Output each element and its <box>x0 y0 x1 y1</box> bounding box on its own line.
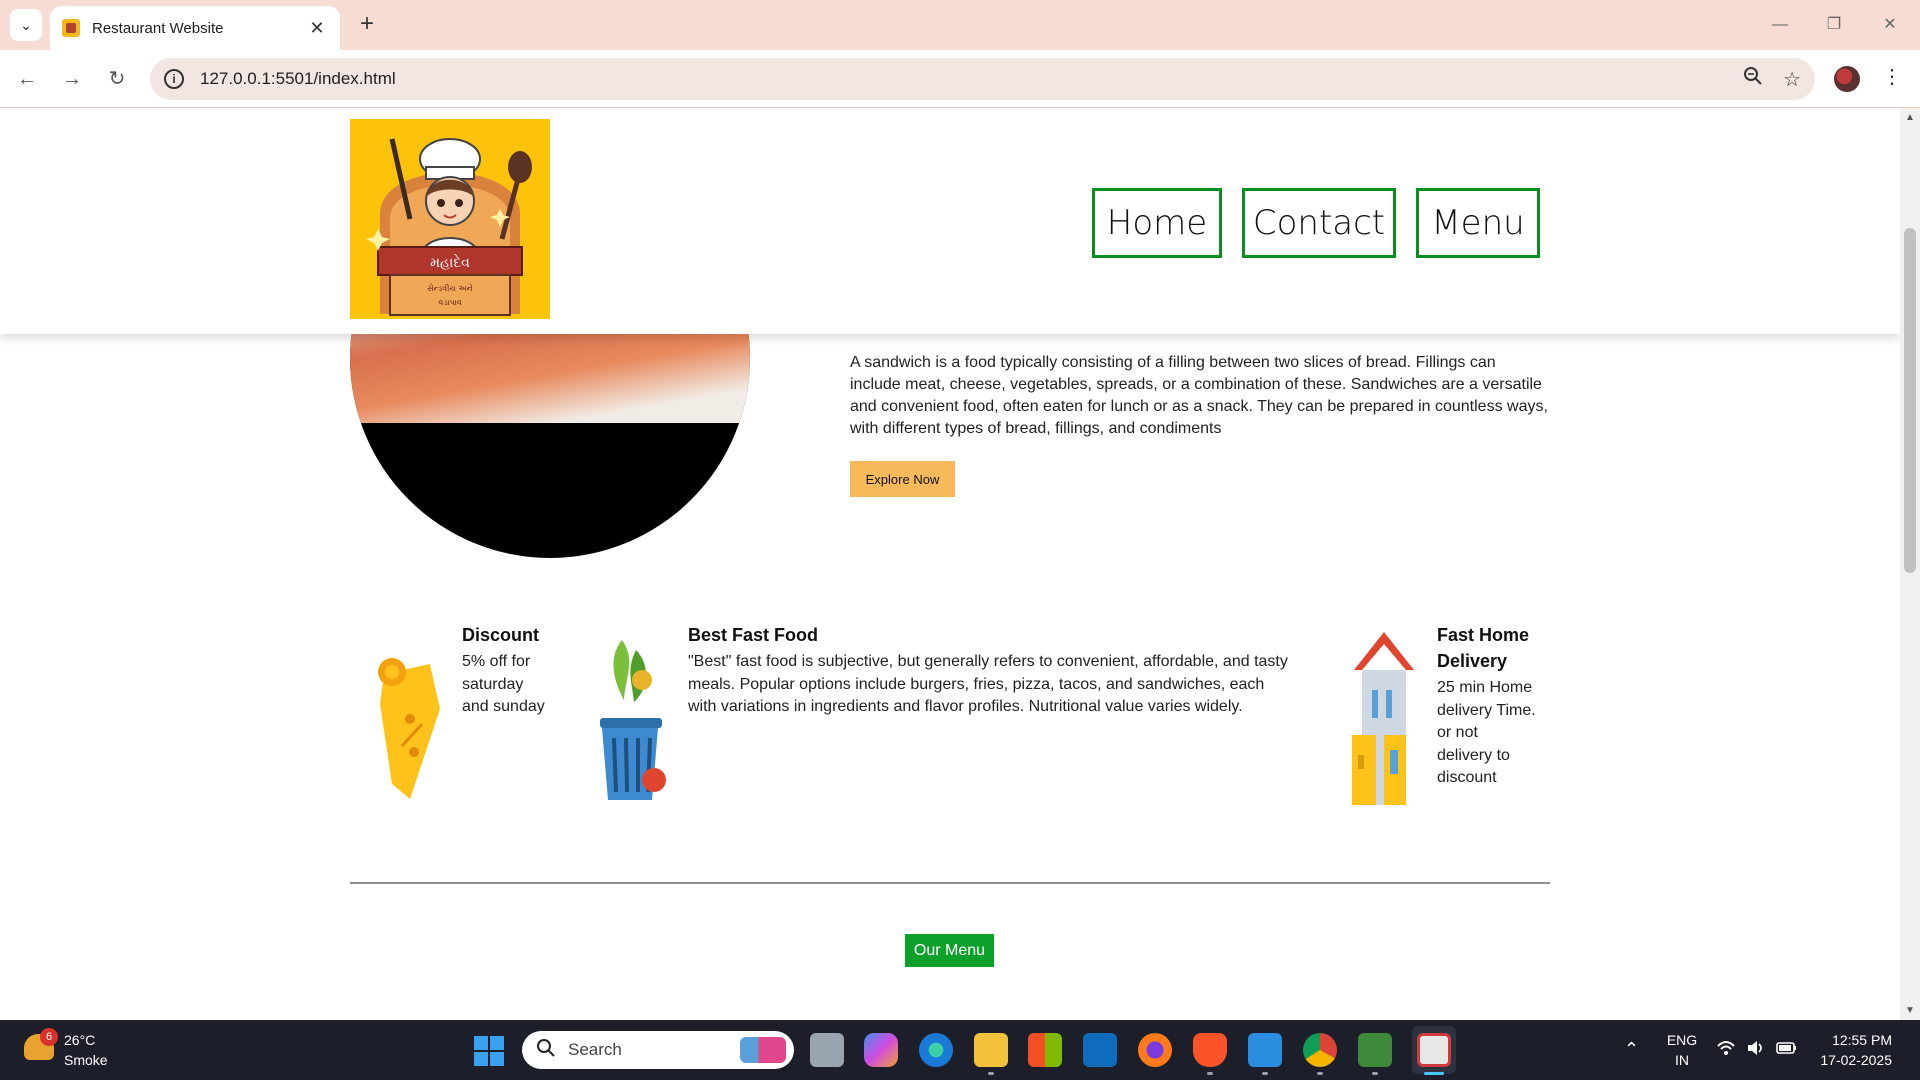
address-bar[interactable]: i 127.0.0.1:5501/index.html ☆ <box>150 58 1815 100</box>
task-view-icon[interactable] <box>810 1033 844 1067</box>
copilot-icon[interactable] <box>864 1033 898 1067</box>
profile-avatar[interactable] <box>1834 66 1860 92</box>
snipping-tool-icon[interactable] <box>1417 1033 1451 1067</box>
weather-temperature: 26°C <box>64 1032 96 1048</box>
window-close-icon[interactable]: ✕ <box>1870 10 1910 40</box>
page-viewport: A sandwich is a food typically consistin… <box>0 108 1900 1020</box>
logo-text-sub1: સેન્ડવીચ અને <box>427 283 473 293</box>
brave-browser-icon[interactable] <box>1193 1033 1227 1067</box>
close-tab-icon[interactable]: ✕ <box>306 18 328 39</box>
windows-taskbar: 6 26°C Smoke Search ⌃ ENG IN 12:55 PM 17… <box>0 1020 1920 1080</box>
feature-title: Discount <box>462 625 540 645</box>
feature-text: 25 min Home delivery Time. or not delive… <box>1437 679 1536 786</box>
running-indicator <box>1262 1072 1268 1075</box>
running-indicator <box>1372 1072 1378 1075</box>
reload-icon[interactable]: ↻ <box>102 64 132 94</box>
weather-notification-badge: 6 <box>40 1028 58 1046</box>
favicon-icon <box>62 19 80 37</box>
tab-title: Restaurant Website <box>92 19 224 37</box>
restaurant-logo[interactable]: મહાદેવ સેન્ડવીચ અને વડાપાવ <box>350 119 550 319</box>
grocery-basket-icon <box>600 640 666 800</box>
browser-menu-icon[interactable]: ⋮ <box>1882 64 1902 89</box>
active-indicator <box>1424 1072 1444 1075</box>
section-divider <box>350 882 1550 884</box>
nav-menu[interactable]: Menu <box>1416 188 1540 258</box>
language-indicator-line1[interactable]: ENG <box>1664 1032 1700 1048</box>
firefox-icon[interactable] <box>1138 1033 1172 1067</box>
edge-browser-icon[interactable] <box>919 1033 953 1067</box>
tab-search-chevron-icon[interactable]: ⌄ <box>10 9 42 41</box>
vscode-icon[interactable] <box>1248 1033 1282 1067</box>
outlook-icon[interactable] <box>1083 1033 1117 1067</box>
site-navigation: Home Contact Menu <box>1092 188 1540 258</box>
browser-tab-strip: ⌄ Restaurant Website ✕ + — ❐ ✕ <box>0 0 1920 50</box>
file-explorer-icon[interactable] <box>974 1033 1008 1067</box>
house-icon <box>1352 632 1414 805</box>
search-highlight-icon <box>740 1037 786 1063</box>
clock-date[interactable]: 17-02-2025 <box>1812 1052 1892 1068</box>
running-indicator <box>1207 1072 1213 1075</box>
zoom-icon[interactable] <box>1743 66 1763 92</box>
browser-toolbar: ← → ↻ i 127.0.0.1:5501/index.html ☆ ⋮ <box>0 50 1920 108</box>
clock-time[interactable]: 12:55 PM <box>1812 1032 1892 1048</box>
site-header: મહાદેવ સેન્ડવીચ અને વડાપાવ Home Contact … <box>0 108 1900 334</box>
url-text[interactable]: 127.0.0.1:5501/index.html <box>200 69 1723 89</box>
logo-text-main: મહાદેવ <box>430 253 470 271</box>
tray-expand-chevron-icon[interactable]: ⌃ <box>1624 1039 1639 1060</box>
feature-title: Best Fast Food <box>688 625 819 645</box>
nav-home[interactable]: Home <box>1092 188 1222 258</box>
running-indicator <box>988 1072 994 1075</box>
discount-tag-icon <box>378 658 440 799</box>
running-indicator <box>1317 1072 1323 1075</box>
new-tab-plus-icon[interactable]: + <box>352 10 382 40</box>
feature-text: "Best" fast food is subjective, but gene… <box>688 653 1288 715</box>
weather-condition: Smoke <box>64 1052 108 1068</box>
image-viewer-icon[interactable] <box>1358 1033 1392 1067</box>
battery-icon[interactable] <box>1776 1039 1798 1060</box>
browser-tab[interactable]: Restaurant Website ✕ <box>50 6 340 50</box>
scroll-down-arrow-icon[interactable]: ▼ <box>1900 1005 1920 1016</box>
our-menu-button[interactable]: Our Menu <box>905 934 994 967</box>
page-scrollbar[interactable]: ▲ ▼ <box>1900 108 1920 1020</box>
forward-arrow-icon[interactable]: → <box>57 64 87 94</box>
minimize-icon[interactable]: — <box>1760 10 1800 40</box>
wifi-icon[interactable] <box>1716 1039 1736 1062</box>
windows-start-icon[interactable] <box>474 1036 504 1066</box>
feature-text: 5% off for saturday and sunday <box>462 653 545 715</box>
back-arrow-icon[interactable]: ← <box>12 64 42 94</box>
explore-now-button[interactable]: Explore Now <box>850 461 955 497</box>
scroll-up-arrow-icon[interactable]: ▲ <box>1900 112 1920 123</box>
nav-contact[interactable]: Contact <box>1242 188 1396 258</box>
feature-title: Fast Home Delivery <box>1437 625 1530 671</box>
restore-icon[interactable]: ❐ <box>1814 10 1854 40</box>
hero-description: A sandwich is a food typically consistin… <box>850 354 1548 437</box>
search-label: Search <box>568 1040 622 1059</box>
scrollbar-thumb[interactable] <box>1904 228 1916 573</box>
bookmark-star-icon[interactable]: ☆ <box>1783 67 1801 92</box>
language-indicator-line2[interactable]: IN <box>1664 1052 1700 1068</box>
taskbar-search-box[interactable]: Search <box>522 1031 794 1069</box>
logo-text-sub2: વડાપાવ <box>438 298 461 307</box>
volume-icon[interactable] <box>1746 1039 1766 1062</box>
chrome-icon[interactable] <box>1303 1033 1337 1067</box>
site-info-icon[interactable]: i <box>164 69 184 89</box>
search-icon <box>536 1038 556 1063</box>
microsoft-store-icon[interactable] <box>1028 1033 1062 1067</box>
